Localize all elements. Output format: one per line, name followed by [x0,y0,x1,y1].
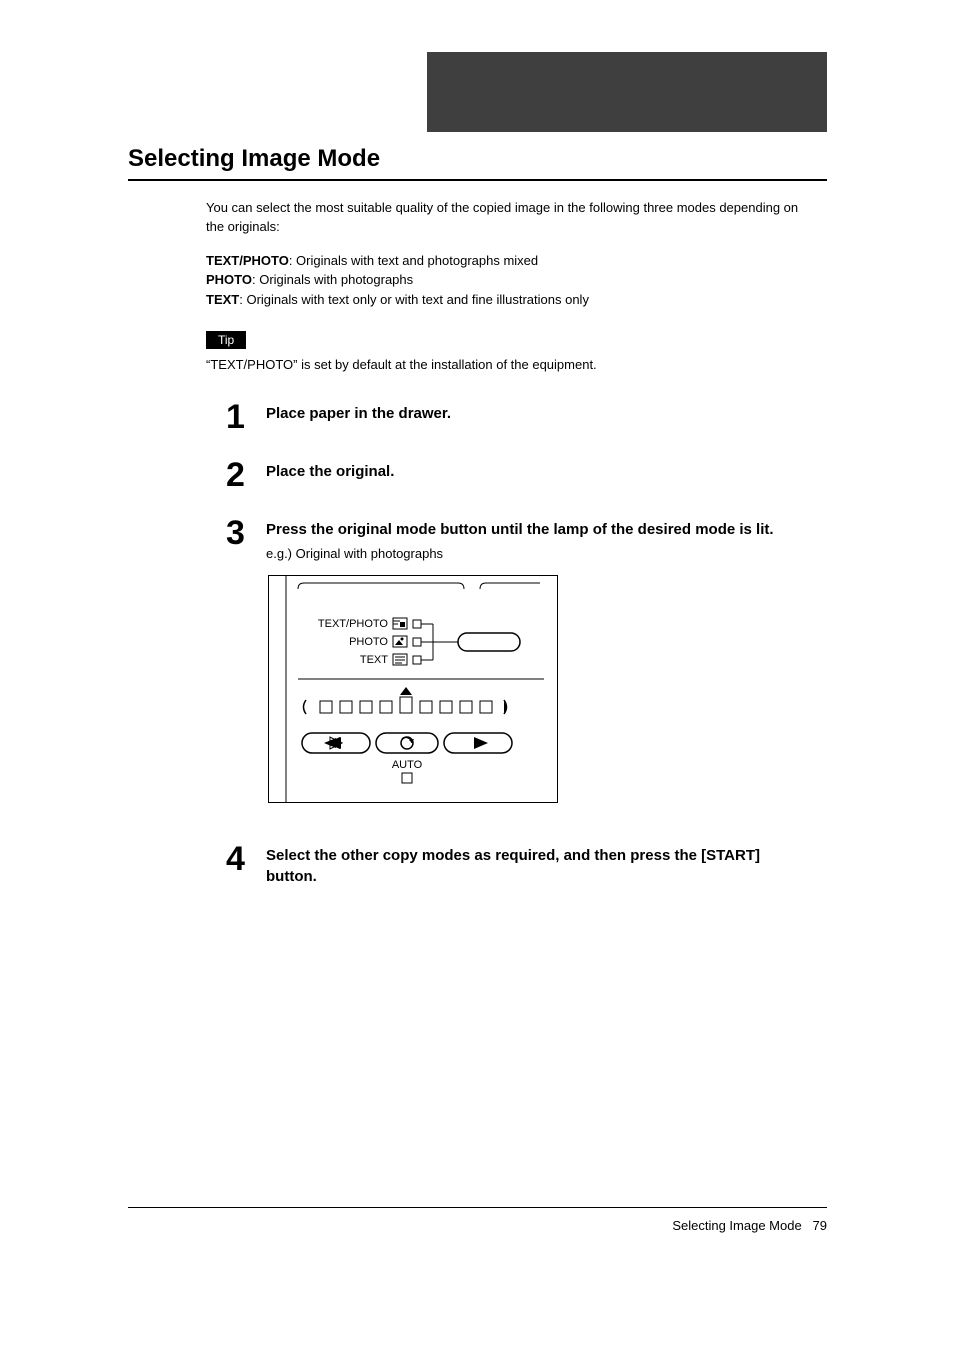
def-photo: PHOTO: Originals with photographs [206,270,807,290]
step-title: Select the other copy modes as required,… [266,846,807,887]
panel-label-auto: AUTO [392,759,423,771]
step-number: 3 [226,516,266,550]
step-2: 2 Place the original. [226,458,807,492]
def-label: TEXT [206,292,239,307]
footer-rule [128,1207,827,1208]
panel-label-photo: PHOTO [349,636,388,648]
mode-definitions: TEXT/PHOTO: Originals with text and phot… [206,251,807,310]
step-body: Place the original. [266,458,807,488]
def-text: TEXT: Originals with text only or with t… [206,290,807,310]
footer-section-label: Selecting Image Mode [672,1218,801,1233]
page-footer: Selecting Image Mode 79 [128,1207,827,1233]
tip-tag: Tip [206,331,246,349]
step-title: Press the original mode button until the… [266,520,807,540]
page-title: Selecting Image Mode [128,145,827,173]
step-1: 1 Place paper in the drawer. [226,400,807,434]
def-text: : Originals with text only or with text … [239,292,589,307]
header-dark-block [427,52,827,132]
step-number: 2 [226,458,266,492]
step-body: Place paper in the drawer. [266,400,807,430]
footer-page-number: 79 [813,1218,827,1233]
step-4: 4 Select the other copy modes as require… [226,842,807,893]
def-text: : Originals with text and photographs mi… [289,253,538,268]
intro-block: You can select the most suitable quality… [206,199,807,372]
step-body: Press the original mode button until the… [266,516,807,808]
document-page: Selecting Image Mode You can select the … [0,0,954,1351]
steps-list: 1 Place paper in the drawer. 2 Place the… [226,400,807,893]
tip-block: Tip “TEXT/PHOTO” is set by default at th… [206,331,807,372]
step-3: 3 Press the original mode button until t… [226,516,807,808]
step-subtext: e.g.) Original with photographs [266,546,807,561]
step-title: Place the original. [266,462,807,482]
title-rule [128,179,827,181]
def-text: : Originals with photographs [252,272,413,287]
control-panel-illustration: TEXT/PHOTO PHOTO TEXT [268,575,558,803]
def-text-photo: TEXT/PHOTO: Originals with text and phot… [206,251,807,271]
panel-label-text: TEXT [360,654,388,666]
content-area: Selecting Image Mode You can select the … [128,145,827,917]
tip-text: “TEXT/PHOTO” is set by default at the in… [206,357,807,372]
step-number: 4 [226,842,266,876]
intro-text: You can select the most suitable quality… [206,199,807,237]
footer-text: Selecting Image Mode 79 [128,1218,827,1233]
step-title: Place paper in the drawer. [266,404,807,424]
step-number: 1 [226,400,266,434]
panel-label-textphoto: TEXT/PHOTO [318,618,389,630]
def-label: TEXT/PHOTO [206,253,289,268]
def-label: PHOTO [206,272,252,287]
step-body: Select the other copy modes as required,… [266,842,807,893]
